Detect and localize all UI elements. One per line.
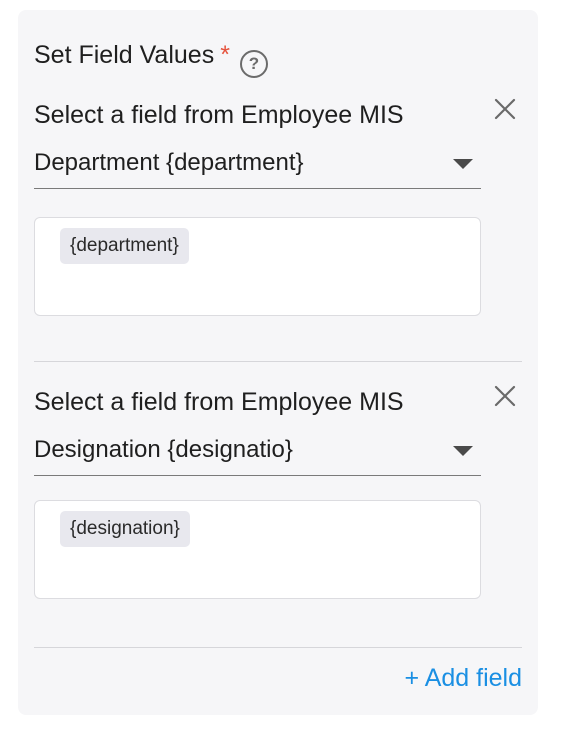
chevron-down-icon — [453, 446, 473, 456]
chevron-down-icon — [453, 159, 473, 169]
field-select-label: Select a field from Employee MIS — [34, 388, 404, 416]
field-value-input[interactable]: {department} — [34, 217, 481, 316]
required-indicator: * — [220, 41, 230, 69]
help-icon[interactable]: ? — [239, 50, 268, 78]
field-value-input[interactable]: {designation} — [34, 500, 481, 599]
field-select-dropdown[interactable]: Department {department} — [34, 140, 481, 189]
field-select-label: Select a field from Employee MIS — [34, 101, 404, 129]
section-title: Set Field Values — [34, 41, 215, 69]
close-icon — [494, 98, 516, 120]
close-icon — [494, 385, 516, 407]
field-select-dropdown[interactable]: Designation {designatio} — [34, 427, 481, 476]
field-divider — [34, 647, 522, 648]
remove-field-button[interactable] — [492, 383, 518, 409]
set-field-values-panel: Set Field Values *? Select a field from E… — [18, 10, 538, 715]
add-field-link[interactable]: + Add field — [405, 663, 522, 693]
field-token-chip[interactable]: {department} — [60, 228, 189, 264]
field-divider — [34, 361, 522, 362]
remove-field-button[interactable] — [492, 96, 518, 122]
field-select-value: Designation {designatio} — [34, 436, 293, 463]
section-title-row: Set Field Values *? — [34, 40, 268, 78]
field-select-value: Department {department} — [34, 149, 304, 176]
field-token-chip[interactable]: {designation} — [60, 511, 190, 547]
